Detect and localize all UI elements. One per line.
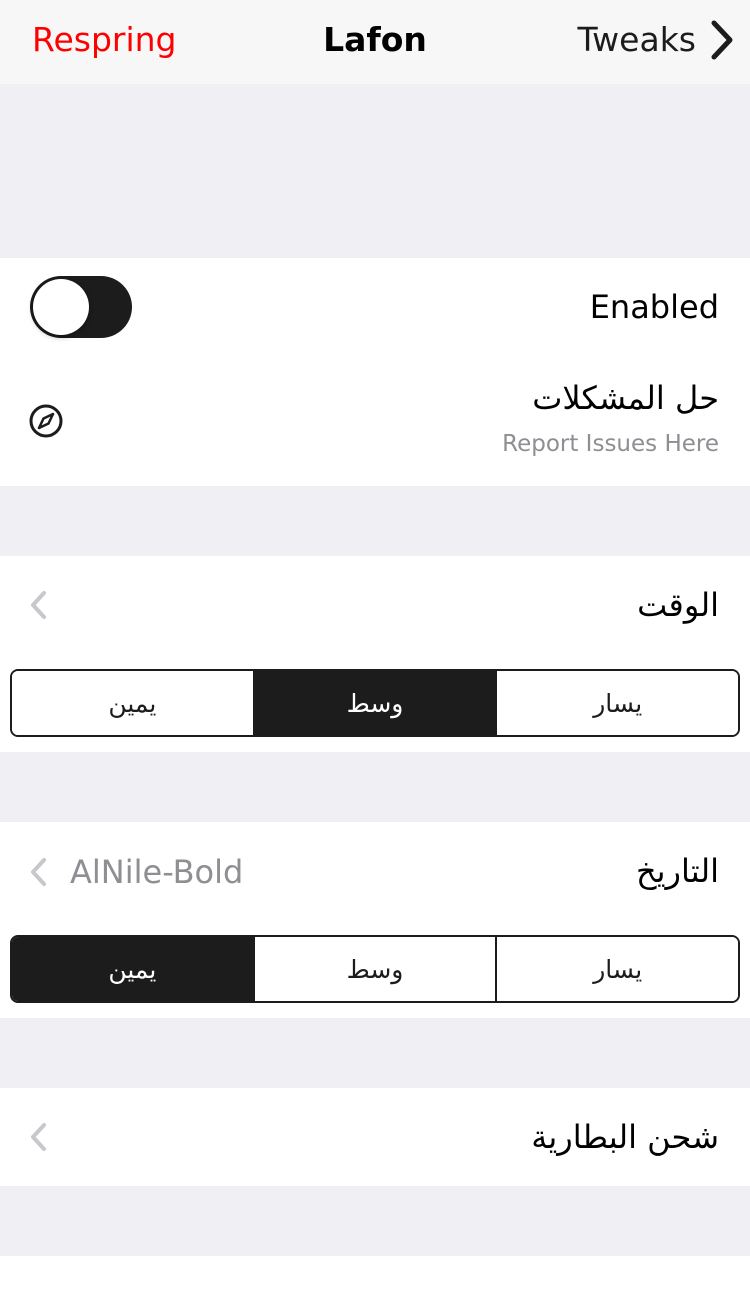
chevron-right-icon <box>710 20 734 60</box>
enabled-label: Enabled <box>589 288 719 326</box>
compass-icon <box>28 403 64 439</box>
date-section: AlNile-Bold التاريخ يمين وسط يسار <box>0 822 750 1018</box>
chevron-left-icon <box>28 589 48 621</box>
report-issues-sublabel: Report Issues Here <box>502 431 719 457</box>
general-section: Enabled حل المشكلات Report Issues Here <box>0 258 750 486</box>
date-label: التاريخ <box>635 852 719 890</box>
chevron-left-icon <box>28 856 48 888</box>
report-issues-label: حل المشكلات <box>532 379 719 417</box>
date-segment-left[interactable]: يسار <box>495 937 738 1001</box>
time-segment-center[interactable]: وسط <box>252 671 496 735</box>
time-label: الوقت <box>637 586 719 624</box>
next-section <box>0 1256 750 1290</box>
battery-label: شحن البطارية <box>531 1118 719 1156</box>
tweaks-label: Tweaks <box>577 20 696 59</box>
date-segment-center[interactable]: وسط <box>252 937 496 1001</box>
time-segment-left[interactable]: يسار <box>495 671 738 735</box>
date-segment-right[interactable]: يمين <box>12 937 253 1001</box>
date-alignment-control: يمين وسط يسار <box>10 935 740 1003</box>
time-section: الوقت يمين وسط يسار <box>0 556 750 752</box>
date-font-value: AlNile-Bold <box>70 853 244 891</box>
navigation-bar: Respring Lafon Tweaks <box>0 0 750 84</box>
tweaks-button[interactable]: Tweaks <box>577 18 734 62</box>
chevron-left-icon <box>28 1121 48 1153</box>
time-alignment-control: يمين وسط يسار <box>10 669 740 737</box>
toggle-knob <box>33 279 89 335</box>
time-segment-right[interactable]: يمين <box>12 671 253 735</box>
enabled-toggle[interactable] <box>30 276 132 338</box>
battery-section: شحن البطارية <box>0 1088 750 1186</box>
